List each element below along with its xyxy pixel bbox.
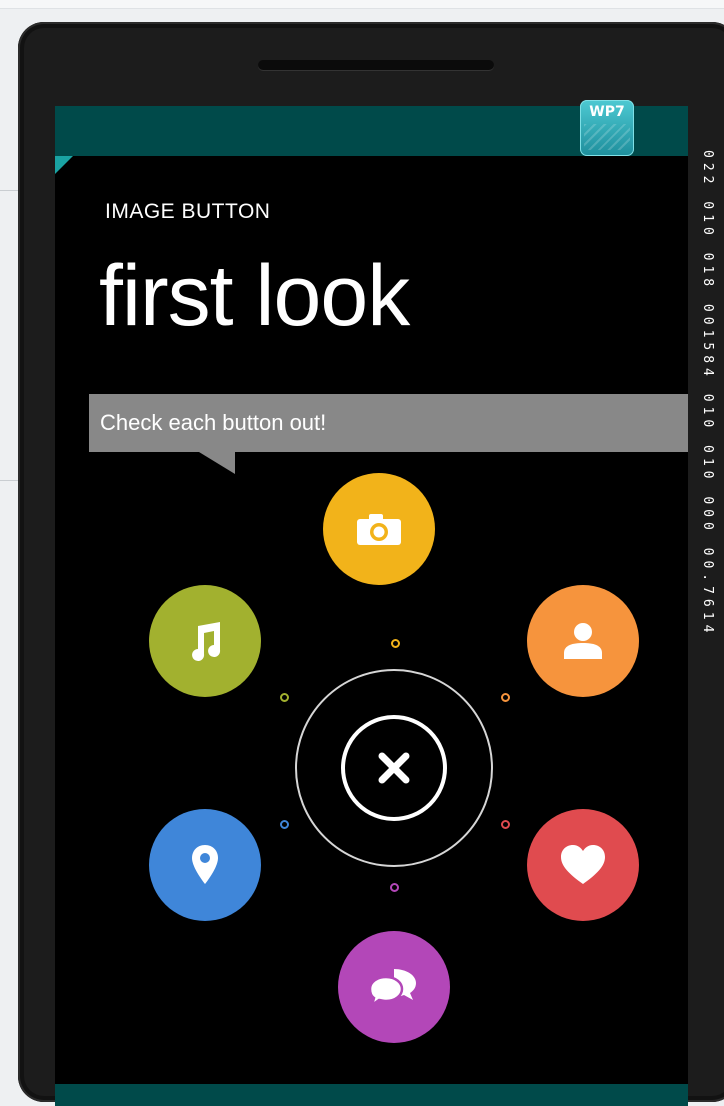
- phone-speaker: [258, 60, 494, 70]
- camera-button[interactable]: [323, 473, 435, 585]
- wp7-badge-label: WP7: [589, 104, 625, 120]
- music-button[interactable]: [149, 585, 261, 697]
- app-bar: [55, 1084, 688, 1106]
- phone-screen: IMAGE BUTTON first look Check each butto…: [55, 106, 688, 1106]
- camera-dot: [391, 639, 400, 648]
- music-note-icon: [192, 622, 221, 661]
- accent-corner: [55, 156, 73, 174]
- contact-button[interactable]: [527, 585, 639, 697]
- person-icon: [564, 623, 602, 659]
- location-dot: [280, 820, 289, 829]
- camera-icon: [357, 514, 401, 545]
- frame-rate-counter: 022 010 018 001584 010 010 000 00.7614: [700, 150, 715, 638]
- tooltip-tail: [199, 452, 235, 474]
- map-pin-icon: [192, 845, 218, 884]
- heart-icon: [561, 845, 605, 884]
- wp7-badge-wave: [584, 124, 630, 150]
- messages-dot: [390, 883, 399, 892]
- location-button[interactable]: [149, 809, 261, 921]
- contact-dot: [501, 693, 510, 702]
- phone-frame: IMAGE BUTTON first look Check each butto…: [18, 22, 724, 1106]
- page-title: first look: [99, 248, 410, 344]
- messages-button[interactable]: [338, 931, 450, 1043]
- designer-guide-line: [0, 480, 20, 481]
- designer-top-strip: [0, 0, 724, 9]
- close-icon: [378, 752, 410, 784]
- music-dot: [280, 693, 289, 702]
- app-title: IMAGE BUTTON: [105, 200, 271, 223]
- chat-bubbles-icon: [368, 969, 416, 1007]
- tooltip-banner: Check each button out!: [89, 394, 688, 474]
- designer-guide-line: [0, 190, 20, 191]
- favorite-dot: [501, 820, 510, 829]
- wp7-badge: WP7: [580, 100, 634, 156]
- favorite-button[interactable]: [527, 809, 639, 921]
- tooltip-text: Check each button out!: [100, 410, 327, 435]
- close-menu-button[interactable]: [341, 715, 447, 821]
